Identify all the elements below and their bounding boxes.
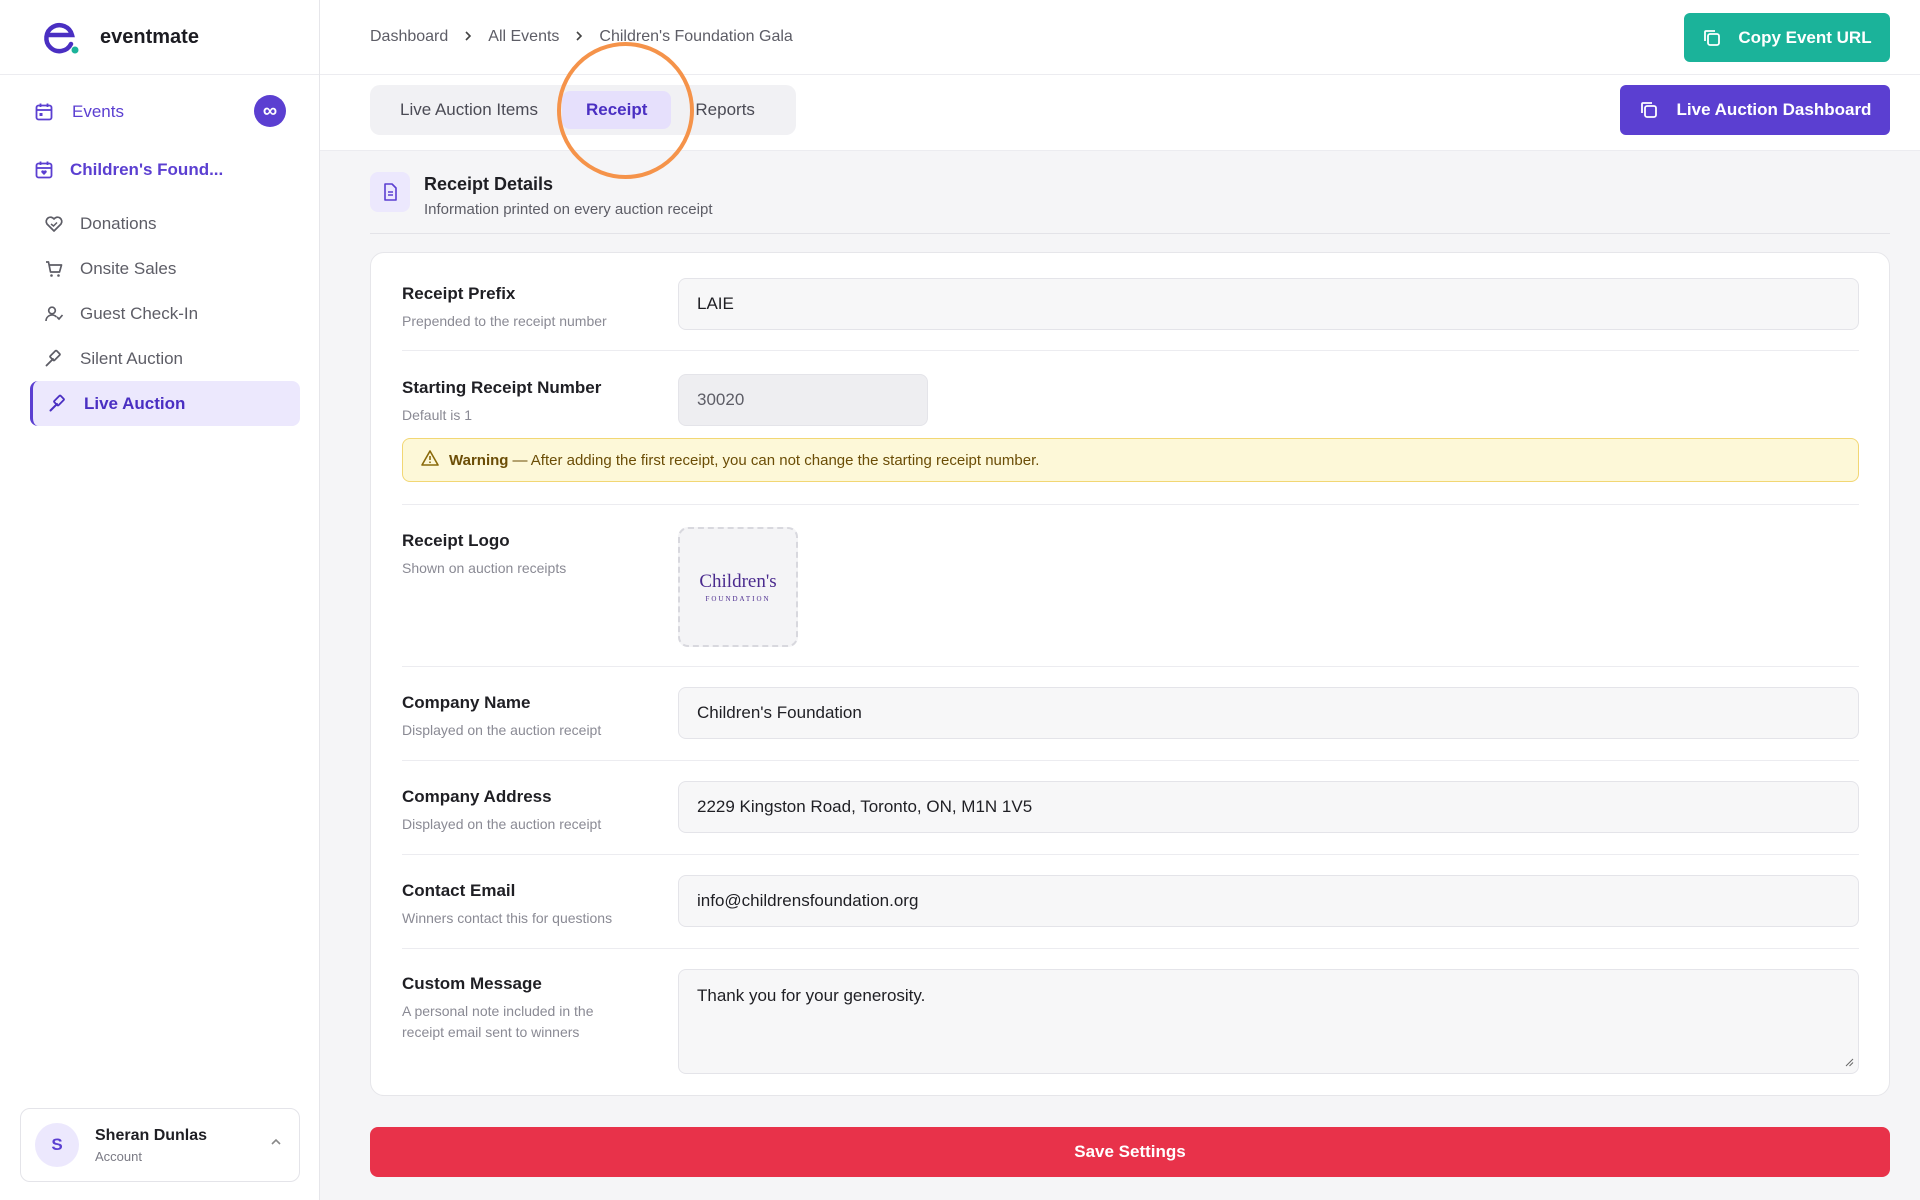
avatar: S (35, 1123, 79, 1167)
sidebar-item-live-auction[interactable]: Live Auction (30, 381, 300, 426)
live-auction-dashboard-button[interactable]: Live Auction Dashboard (1620, 85, 1890, 135)
warning-icon (421, 449, 439, 471)
account-subtitle: Account (95, 1148, 142, 1164)
heart-handshake-icon (44, 214, 64, 234)
custom-message-textarea[interactable]: Thank you for your generosity. (678, 969, 1859, 1074)
user-check-icon (44, 304, 64, 324)
account-name: Sheran Dunlas (95, 1126, 208, 1144)
section-header: Receipt Details Information printed on e… (370, 172, 1890, 234)
copy-icon (1702, 28, 1722, 48)
breadcrumb-all-events[interactable]: All Events (488, 28, 559, 46)
sidebar-item-label: Silent Auction (80, 348, 184, 368)
company-address-input[interactable]: 2229 Kingston Road, Toronto, ON, M1N 1V5 (678, 781, 1859, 833)
field-help: Displayed on the auction receipt (402, 722, 602, 738)
field-label: Custom Message (402, 974, 542, 993)
eventmate-logo-icon (40, 17, 80, 57)
section-title: Receipt Details (424, 174, 554, 194)
receipt-logo-row: Receipt Logo Shown on auction receipts C… (402, 505, 1859, 667)
tab-bar: Live Auction Items Receipt Reports Live … (320, 75, 1920, 151)
sidebar-item-onsite-sales[interactable]: Onsite Sales (30, 246, 300, 291)
calendar-icon (34, 102, 54, 122)
receipt-logo-upload[interactable]: Children's FOUNDATION (678, 527, 798, 647)
brand[interactable]: eventmate (0, 0, 319, 75)
cart-icon (44, 259, 64, 279)
field-label: Receipt Prefix (402, 284, 516, 303)
sidebar-item-label: Events (72, 102, 124, 121)
sidebar-item-label: Onsite Sales (80, 258, 177, 278)
tab-live-auction-items[interactable]: Live Auction Items (376, 91, 562, 129)
company-name-input[interactable]: Children's Foundation (678, 687, 1859, 739)
tabs: Live Auction Items Receipt Reports (370, 85, 796, 135)
company-address-row: Company Address Displayed on the auction… (402, 761, 1859, 855)
receipt-settings-card: Receipt Prefix Prepended to the receipt … (370, 252, 1890, 1096)
contact-email-row: Contact Email Winners contact this for q… (402, 855, 1859, 949)
sidebar-event-title[interactable]: Children's Found... (34, 160, 223, 180)
custom-message-row: Custom Message A personal note included … (402, 949, 1859, 1095)
field-help: Default is 1 (402, 407, 473, 423)
field-help: Winners contact this for questions (402, 910, 613, 926)
gavel-icon (44, 349, 64, 369)
contact-email-input[interactable]: info@childrensfoundation.org (678, 875, 1859, 927)
account-menu[interactable]: S Sheran Dunlas Account (20, 1108, 300, 1182)
sidebar-item-label: Guest Check-In (80, 303, 199, 323)
field-help: Prepended to the receipt number (402, 313, 607, 329)
logo-subtext: FOUNDATION (705, 595, 771, 603)
field-label: Contact Email (402, 881, 516, 900)
warning-message: — After adding the first receipt, you ca… (512, 451, 1040, 469)
copy-event-url-button[interactable]: Copy Event URL (1684, 13, 1890, 62)
sidebar-item-label: Live Auction (84, 393, 186, 413)
warning-banner: Warning — After adding the first receipt… (402, 438, 1859, 482)
sidebar-item-events[interactable]: Events ∞ (30, 92, 286, 132)
copy-event-url-label: Copy Event URL (1738, 27, 1872, 47)
field-label: Company Name (402, 693, 531, 712)
live-auction-dashboard-label: Live Auction Dashboard (1676, 100, 1872, 119)
sidebar: eventmate Events ∞ Children's Found... D… (0, 0, 320, 1200)
chevron-up-icon[interactable] (269, 1135, 283, 1152)
sidebar-item-donations[interactable]: Donations (30, 201, 300, 246)
receipt-prefix-row: Receipt Prefix Prepended to the receipt … (402, 253, 1859, 351)
resize-handle-icon[interactable] (1844, 1057, 1854, 1070)
field-label: Starting Receipt Number (402, 378, 602, 397)
chevron-right-icon (573, 29, 585, 45)
company-name-row: Company Name Displayed on the auction re… (402, 667, 1859, 761)
breadcrumb: Dashboard All Events Children's Foundati… (370, 28, 793, 46)
section-subtitle: Information printed on every auction rec… (424, 201, 713, 218)
sidebar-item-label: Donations (80, 213, 157, 233)
save-settings-button[interactable]: Save Settings (370, 1127, 1890, 1177)
tab-receipt[interactable]: Receipt (561, 91, 672, 129)
event-title-label: Children's Found... (70, 160, 224, 179)
brand-name: eventmate (100, 25, 199, 48)
breadcrumb-current: Children's Foundation Gala (599, 28, 793, 45)
field-help: Displayed on the auction receipt (402, 816, 602, 832)
tab-reports[interactable]: Reports (671, 91, 779, 129)
document-icon (370, 172, 410, 212)
logo-text: Children's (699, 571, 777, 592)
sidebar-item-silent-auction[interactable]: Silent Auction (30, 336, 300, 381)
breadcrumb-dashboard[interactable]: Dashboard (370, 28, 448, 46)
custom-message-value: Thank you for your generosity. (697, 986, 926, 1005)
calendar-heart-icon (34, 160, 54, 180)
top-bar: Dashboard All Events Children's Foundati… (320, 0, 1920, 75)
sidebar-item-guest-check-in[interactable]: Guest Check-In (30, 291, 300, 336)
field-label: Company Address (402, 787, 552, 806)
field-help: A personal note included in the receipt … (402, 1003, 594, 1040)
copy-icon (1639, 100, 1659, 120)
chevron-right-icon (462, 29, 474, 45)
infinity-badge[interactable]: ∞ (254, 95, 286, 127)
receipt-prefix-input[interactable]: LAIE (678, 278, 1859, 330)
field-label: Receipt Logo (402, 531, 510, 550)
field-help: Shown on auction receipts (402, 560, 567, 576)
starting-number-input: 30020 (678, 374, 928, 426)
starting-number-row: Starting Receipt Number Default is 1 300… (402, 351, 1859, 505)
warning-title: Warning (449, 451, 509, 469)
gavel-icon (48, 394, 68, 414)
